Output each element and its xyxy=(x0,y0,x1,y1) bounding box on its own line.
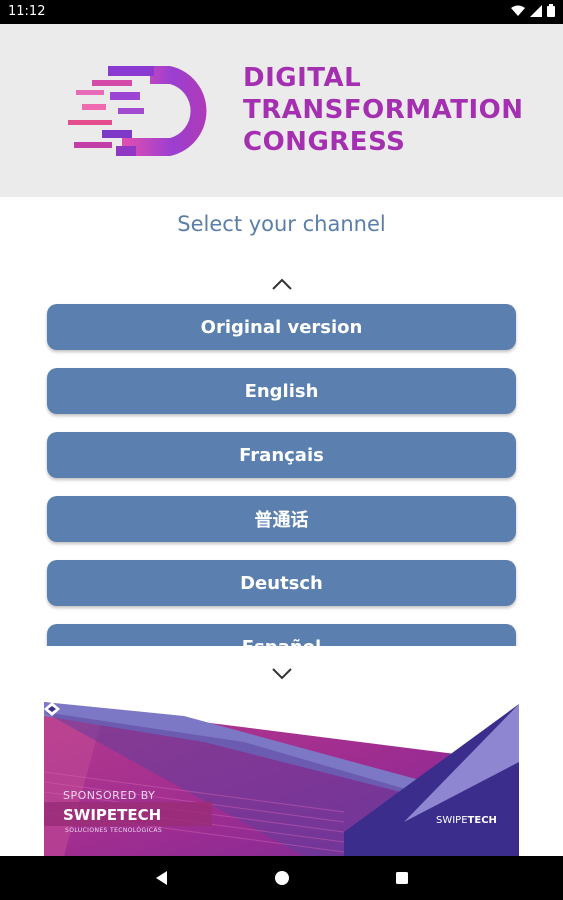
channel-button-original[interactable]: Original version xyxy=(47,304,516,350)
logo-text: DIGITAL TRANSFORMATION CONGRESS xyxy=(243,62,524,158)
battery-icon xyxy=(547,4,555,17)
signal-icon xyxy=(530,4,542,17)
channel-button-french[interactable]: Français xyxy=(47,432,516,478)
status-time: 11:12 xyxy=(8,4,46,19)
home-icon[interactable] xyxy=(272,868,292,888)
sponsored-by-label: SPONSORED BY xyxy=(63,789,156,802)
logo-line-1: DIGITAL xyxy=(243,63,362,93)
channel-list[interactable]: Original version English Français 普通话 De… xyxy=(0,300,563,646)
swipetech-logo-icon xyxy=(44,702,60,716)
channel-button-german[interactable]: Deutsch xyxy=(47,560,516,606)
chevron-down-icon[interactable] xyxy=(270,666,294,682)
logo-text-bold: TECH xyxy=(467,815,497,826)
channel-button-english[interactable]: English xyxy=(47,368,516,414)
logo-line-2: TRANSFORMATION xyxy=(243,95,524,125)
page-title: Select your channel xyxy=(177,212,386,236)
congress-logo-icon xyxy=(68,66,207,156)
sponsor-name: SWIPETECH xyxy=(63,806,162,824)
recents-icon[interactable] xyxy=(392,868,412,888)
header: DIGITAL TRANSFORMATION CONGRESS xyxy=(0,24,563,197)
logo-text-light: SWIPE xyxy=(436,815,468,826)
nav-bar xyxy=(0,856,563,900)
channel-button-mandarin[interactable]: 普通话 xyxy=(47,496,516,542)
chevron-up-icon[interactable] xyxy=(270,276,294,292)
wifi-icon xyxy=(511,5,525,16)
back-icon[interactable] xyxy=(152,868,172,888)
status-icons xyxy=(511,4,555,17)
logo-line-3: CONGRESS xyxy=(243,127,406,157)
sponsor-banner[interactable]: SPONSORED BY SWIPETECH SOLUCIONES TECNOL… xyxy=(44,702,519,856)
swipetech-logo-text: SWIPETECH xyxy=(436,815,497,826)
sponsor-tagline: SOLUCIONES TECNOLÓGICAS xyxy=(65,827,163,834)
status-bar: 11:12 xyxy=(0,0,563,24)
channel-button-spanish[interactable]: Español xyxy=(47,624,516,646)
